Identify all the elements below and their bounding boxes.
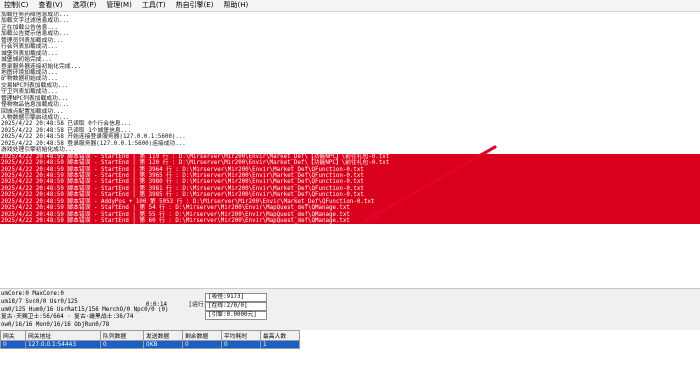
table-cell: 0 xyxy=(0,340,26,349)
column-header[interactable]: 最高人数 xyxy=(260,330,300,341)
menu-item[interactable]: 选项(P) xyxy=(70,0,104,11)
menu-item[interactable]: 查看(V) xyxy=(35,0,69,11)
stat-box-2: [在线:2/0/0] xyxy=(205,302,267,311)
table-cell: 0 xyxy=(221,340,261,349)
log-panel[interactable]: 加载任务药降信息成功... 加载文字过滤信息成功... 正在加载公告信息... 加载公… xyxy=(0,12,700,288)
stat-box-1: [吸怪:9173] xyxy=(205,293,267,302)
table-row[interactable]: 0 127.0.0.1:54443 0 0KB 0 0 1 xyxy=(0,340,300,349)
log-error-line: 2025/4/22 20:48:59 脚本错误 - StartEnd | 第 6… xyxy=(0,218,700,225)
status-line-1: umCore:0 MaxCore:0 xyxy=(1,291,64,297)
column-header[interactable]: 网关 xyxy=(0,330,26,341)
gateway-table: 网关 网关地址 队列数据 发送数据 剩余数据 平均耗时 最高人数 0 127.0.0.1:54… xyxy=(0,330,300,349)
table-cell: 0 xyxy=(100,340,144,349)
menu-bar: 控制(C) 查看(V) 选项(P) 管理(M) 工具(T) 热自引擎(E) 帮助(H) xyxy=(0,0,700,12)
menu-item[interactable]: 工具(T) xyxy=(139,0,173,11)
status-line-4: 复古·天赐卫士:56/664 · 复古·雌黑战士:36/74 xyxy=(1,314,134,321)
menu-item[interactable]: 帮助(H) xyxy=(220,0,255,11)
run-time: 0:0:14 xyxy=(146,302,167,308)
column-header[interactable]: 发送数据 xyxy=(143,330,183,341)
column-header[interactable]: 平均耗时 xyxy=(221,330,261,341)
status-line-2: um18/7 Svc0/0 Usr0/125 xyxy=(1,298,78,305)
menu-item[interactable]: 控制(C) xyxy=(0,0,35,11)
table-cell: 0KB xyxy=(143,340,183,349)
column-header[interactable]: 队列数据 xyxy=(100,330,144,341)
menu-item[interactable]: 管理(M) xyxy=(103,0,139,11)
table-cell: 127.0.0.1:54443 xyxy=(25,340,101,349)
status-line-5: ow0/16/16 Mon0/16/16 ObjRun0/78 xyxy=(1,322,110,329)
menu-item[interactable]: 热自引擎(E) xyxy=(173,0,221,11)
table-cell: 1 xyxy=(260,340,300,349)
column-header[interactable]: 网关地址 xyxy=(25,330,101,341)
column-header[interactable]: 剩余数据 xyxy=(182,330,222,341)
table-cell: 0 xyxy=(182,340,222,349)
stat-box-3: [引擎:0.0000元] xyxy=(205,311,267,320)
gateway-grid[interactable]: 网关 网关地址 队列数据 发送数据 剩余数据 平均耗时 最高人数 0 127.0.0.1:54… xyxy=(0,330,700,368)
status-left: umCore:0 MaxCore:0 um18/7 Svc0/0 Usr0/12… xyxy=(1,291,169,330)
